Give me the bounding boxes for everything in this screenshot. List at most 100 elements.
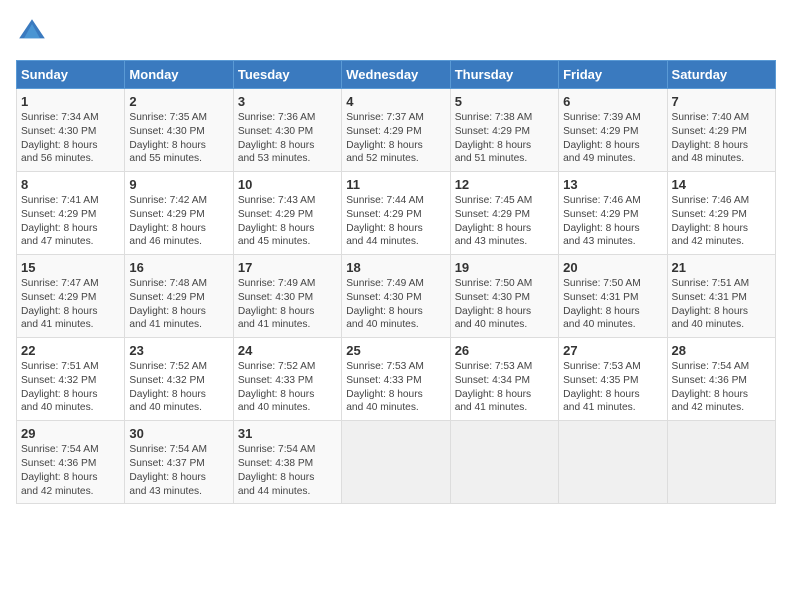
- calendar-cell: 11 Sunrise: 7:44 AMSunset: 4:29 PMDayligh…: [342, 172, 450, 255]
- day-header-monday: Monday: [125, 61, 233, 89]
- calendar-table: SundayMondayTuesdayWednesdayThursdayFrid…: [16, 60, 776, 504]
- day-number: 16: [129, 260, 228, 275]
- cell-info: Sunrise: 7:35 AMSunset: 4:30 PMDaylight:…: [129, 111, 228, 166]
- cell-info: Sunrise: 7:36 AMSunset: 4:30 PMDaylight:…: [238, 111, 337, 166]
- calendar-cell: 26 Sunrise: 7:53 AMSunset: 4:34 PMDayligh…: [450, 338, 558, 421]
- cell-info: Sunrise: 7:45 AMSunset: 4:29 PMDaylight:…: [455, 194, 554, 249]
- cell-info: Sunrise: 7:52 AMSunset: 4:33 PMDaylight:…: [238, 360, 337, 415]
- logo-icon: [16, 16, 48, 48]
- cell-info: Sunrise: 7:49 AMSunset: 4:30 PMDaylight:…: [238, 277, 337, 332]
- day-header-thursday: Thursday: [450, 61, 558, 89]
- day-number: 9: [129, 177, 228, 192]
- calendar-cell: 4 Sunrise: 7:37 AMSunset: 4:29 PMDaylight…: [342, 89, 450, 172]
- cell-info: Sunrise: 7:34 AMSunset: 4:30 PMDaylight:…: [21, 111, 120, 166]
- day-number: 2: [129, 94, 228, 109]
- day-number: 23: [129, 343, 228, 358]
- day-number: 14: [672, 177, 771, 192]
- cell-info: Sunrise: 7:42 AMSunset: 4:29 PMDaylight:…: [129, 194, 228, 249]
- calendar-cell: 19 Sunrise: 7:50 AMSunset: 4:30 PMDayligh…: [450, 255, 558, 338]
- day-number: 30: [129, 426, 228, 441]
- calendar-week-5: 29 Sunrise: 7:54 AMSunset: 4:36 PMDayligh…: [17, 421, 776, 504]
- calendar-cell: 28 Sunrise: 7:54 AMSunset: 4:36 PMDayligh…: [667, 338, 775, 421]
- calendar-cell: 7 Sunrise: 7:40 AMSunset: 4:29 PMDaylight…: [667, 89, 775, 172]
- day-number: 13: [563, 177, 662, 192]
- day-header-wednesday: Wednesday: [342, 61, 450, 89]
- day-number: 27: [563, 343, 662, 358]
- calendar-cell: 31 Sunrise: 7:54 AMSunset: 4:38 PMDayligh…: [233, 421, 341, 504]
- day-number: 4: [346, 94, 445, 109]
- day-header-sunday: Sunday: [17, 61, 125, 89]
- day-number: 5: [455, 94, 554, 109]
- calendar-cell: 17 Sunrise: 7:49 AMSunset: 4:30 PMDayligh…: [233, 255, 341, 338]
- day-number: 7: [672, 94, 771, 109]
- calendar-cell: 3 Sunrise: 7:36 AMSunset: 4:30 PMDaylight…: [233, 89, 341, 172]
- cell-info: Sunrise: 7:54 AMSunset: 4:37 PMDaylight:…: [129, 443, 228, 498]
- cell-info: Sunrise: 7:41 AMSunset: 4:29 PMDaylight:…: [21, 194, 120, 249]
- day-header-tuesday: Tuesday: [233, 61, 341, 89]
- day-number: 8: [21, 177, 120, 192]
- cell-info: Sunrise: 7:49 AMSunset: 4:30 PMDaylight:…: [346, 277, 445, 332]
- cell-info: Sunrise: 7:54 AMSunset: 4:38 PMDaylight:…: [238, 443, 337, 498]
- day-number: 18: [346, 260, 445, 275]
- cell-info: Sunrise: 7:43 AMSunset: 4:29 PMDaylight:…: [238, 194, 337, 249]
- cell-info: Sunrise: 7:53 AMSunset: 4:34 PMDaylight:…: [455, 360, 554, 415]
- logo: [16, 16, 52, 48]
- day-number: 28: [672, 343, 771, 358]
- calendar-header: SundayMondayTuesdayWednesdayThursdayFrid…: [17, 61, 776, 89]
- day-number: 3: [238, 94, 337, 109]
- calendar-cell: 23 Sunrise: 7:52 AMSunset: 4:32 PMDayligh…: [125, 338, 233, 421]
- day-number: 25: [346, 343, 445, 358]
- calendar-cell: [450, 421, 558, 504]
- cell-info: Sunrise: 7:46 AMSunset: 4:29 PMDaylight:…: [563, 194, 662, 249]
- calendar-cell: 5 Sunrise: 7:38 AMSunset: 4:29 PMDaylight…: [450, 89, 558, 172]
- calendar-cell: 8 Sunrise: 7:41 AMSunset: 4:29 PMDaylight…: [17, 172, 125, 255]
- calendar-cell: 29 Sunrise: 7:54 AMSunset: 4:36 PMDayligh…: [17, 421, 125, 504]
- calendar-cell: 20 Sunrise: 7:50 AMSunset: 4:31 PMDayligh…: [559, 255, 667, 338]
- day-number: 17: [238, 260, 337, 275]
- day-number: 19: [455, 260, 554, 275]
- calendar-cell: [559, 421, 667, 504]
- cell-info: Sunrise: 7:46 AMSunset: 4:29 PMDaylight:…: [672, 194, 771, 249]
- cell-info: Sunrise: 7:51 AMSunset: 4:31 PMDaylight:…: [672, 277, 771, 332]
- calendar-cell: 16Sunrise: 7:48 AMSunset: 4:29 PMDayligh…: [125, 255, 233, 338]
- calendar-cell: 1 Sunrise: 7:34 AMSunset: 4:30 PMDaylight…: [17, 89, 125, 172]
- cell-info: Sunrise: 7:50 AMSunset: 4:31 PMDaylight:…: [563, 277, 662, 332]
- cell-info: Sunrise: 7:52 AMSunset: 4:32 PMDaylight:…: [129, 360, 228, 415]
- cell-info: Sunrise: 7:53 AMSunset: 4:33 PMDaylight:…: [346, 360, 445, 415]
- cell-info: Sunrise: 7:47 AMSunset: 4:29 PMDaylight:…: [21, 277, 120, 332]
- day-number: 24: [238, 343, 337, 358]
- calendar-cell: [667, 421, 775, 504]
- cell-info: Sunrise: 7:51 AMSunset: 4:32 PMDaylight:…: [21, 360, 120, 415]
- cell-info: Sunrise: 7:53 AMSunset: 4:35 PMDaylight:…: [563, 360, 662, 415]
- day-header-saturday: Saturday: [667, 61, 775, 89]
- day-number: 31: [238, 426, 337, 441]
- day-number: 10: [238, 177, 337, 192]
- cell-info: Sunrise: 7:50 AMSunset: 4:30 PMDaylight:…: [455, 277, 554, 332]
- cell-info: Sunrise: 7:54 AMSunset: 4:36 PMDaylight:…: [21, 443, 120, 498]
- calendar-cell: 12Sunrise: 7:45 AMSunset: 4:29 PMDayligh…: [450, 172, 558, 255]
- day-number: 15: [21, 260, 120, 275]
- calendar-cell: 13 Sunrise: 7:46 AMSunset: 4:29 PMDayligh…: [559, 172, 667, 255]
- cell-info: Sunrise: 7:44 AMSunset: 4:29 PMDaylight:…: [346, 194, 445, 249]
- calendar-cell: 2 Sunrise: 7:35 AMSunset: 4:30 PMDaylight…: [125, 89, 233, 172]
- day-number: 11: [346, 177, 445, 192]
- cell-info: Sunrise: 7:54 AMSunset: 4:36 PMDaylight:…: [672, 360, 771, 415]
- calendar-cell: [342, 421, 450, 504]
- calendar-cell: 25 Sunrise: 7:53 AMSunset: 4:33 PMDayligh…: [342, 338, 450, 421]
- calendar-week-1: 1 Sunrise: 7:34 AMSunset: 4:30 PMDaylight…: [17, 89, 776, 172]
- day-number: 6: [563, 94, 662, 109]
- day-number: 20: [563, 260, 662, 275]
- calendar-cell: 9 Sunrise: 7:42 AMSunset: 4:29 PMDaylight…: [125, 172, 233, 255]
- day-number: 26: [455, 343, 554, 358]
- day-number: 1: [21, 94, 120, 109]
- calendar-week-3: 15 Sunrise: 7:47 AMSunset: 4:29 PMDayligh…: [17, 255, 776, 338]
- cell-info: Sunrise: 7:39 AMSunset: 4:29 PMDaylight:…: [563, 111, 662, 166]
- calendar-cell: 22Sunrise: 7:51 AMSunset: 4:32 PMDayligh…: [17, 338, 125, 421]
- calendar-cell: 21Sunrise: 7:51 AMSunset: 4:31 PMDayligh…: [667, 255, 775, 338]
- day-number: 29: [21, 426, 120, 441]
- cell-info: Sunrise: 7:37 AMSunset: 4:29 PMDaylight:…: [346, 111, 445, 166]
- cell-info: Sunrise: 7:38 AMSunset: 4:29 PMDaylight:…: [455, 111, 554, 166]
- cell-info: Sunrise: 7:40 AMSunset: 4:29 PMDaylight:…: [672, 111, 771, 166]
- calendar-week-2: 8 Sunrise: 7:41 AMSunset: 4:29 PMDaylight…: [17, 172, 776, 255]
- calendar-cell: 6 Sunrise: 7:39 AMSunset: 4:29 PMDaylight…: [559, 89, 667, 172]
